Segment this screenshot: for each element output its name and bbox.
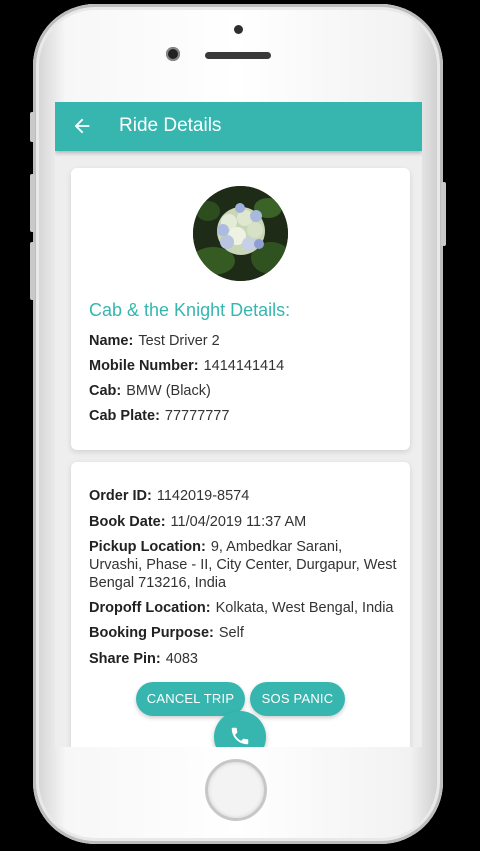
cab-row: Cab: BMW (Black) bbox=[89, 382, 398, 400]
power-button bbox=[441, 182, 446, 246]
proximity-sensor bbox=[234, 25, 243, 34]
field-value: 77777777 bbox=[164, 408, 230, 424]
field-label: Cab Plate: bbox=[89, 408, 160, 424]
driver-avatar bbox=[193, 186, 288, 281]
field-label: Book Date: bbox=[89, 514, 166, 530]
booking-purpose-row: Booking Purpose: Self bbox=[89, 624, 398, 642]
cancel-trip-button[interactable]: CANCEL TRIP bbox=[136, 682, 245, 716]
arrow-left-icon[interactable] bbox=[71, 115, 93, 137]
cab-plate-row: Cab Plate: 77777777 bbox=[89, 407, 398, 425]
share-pin-row: Share Pin: 4083 bbox=[89, 650, 398, 668]
field-value: Self bbox=[218, 625, 244, 641]
field-value: BMW (Black) bbox=[126, 383, 211, 399]
driver-details-card: Cab & the Knight Details: Name: Test Driv… bbox=[71, 168, 410, 450]
home-button[interactable] bbox=[205, 759, 267, 821]
earpiece-speaker bbox=[205, 52, 271, 59]
mute-switch bbox=[30, 112, 35, 142]
sos-panic-button[interactable]: SOS PANIC bbox=[250, 682, 345, 716]
field-label: Mobile Number: bbox=[89, 358, 199, 374]
field-label: Cab: bbox=[89, 383, 122, 399]
field-value: Kolkata, West Bengal, India bbox=[215, 600, 394, 616]
field-label: Dropoff Location: bbox=[89, 600, 211, 616]
field-value: 4083 bbox=[165, 651, 198, 667]
volume-down-button bbox=[30, 242, 35, 300]
front-camera bbox=[166, 47, 180, 61]
field-value: Test Driver 2 bbox=[138, 333, 220, 349]
phone-icon bbox=[231, 727, 249, 745]
dropoff-location-row: Dropoff Location: Kolkata, West Bengal, I… bbox=[89, 599, 398, 617]
driver-name-row: Name: Test Driver 2 bbox=[89, 332, 398, 350]
mobile-number-row: Mobile Number: 1414141414 bbox=[89, 357, 398, 375]
field-label: Pickup Location: bbox=[89, 539, 206, 555]
field-value: 1414141414 bbox=[203, 358, 285, 374]
order-id-row: Order ID: 1142019-8574 bbox=[89, 487, 398, 505]
pickup-location-row: Pickup Location: 9, Ambedkar Sarani, Urva… bbox=[89, 538, 398, 592]
hydrangea-photo bbox=[193, 186, 288, 281]
section-title: Cab & the Knight Details: bbox=[89, 300, 291, 320]
field-label: Share Pin: bbox=[89, 651, 161, 667]
field-label: Order ID: bbox=[89, 488, 152, 504]
field-label: Booking Purpose: bbox=[89, 625, 214, 641]
field-value: 11/04/2019 11:37 AM bbox=[170, 514, 307, 530]
app-screen: Ride Details Cab & the Knight Details: N… bbox=[55, 102, 422, 747]
page-title: Ride Details bbox=[119, 115, 222, 136]
volume-up-button bbox=[30, 174, 35, 232]
field-label: Name: bbox=[89, 333, 134, 349]
book-date-row: Book Date: 11/04/2019 11:37 AM bbox=[89, 513, 398, 531]
app-bar: Ride Details bbox=[55, 102, 422, 151]
field-value: 1142019-8574 bbox=[156, 488, 250, 504]
